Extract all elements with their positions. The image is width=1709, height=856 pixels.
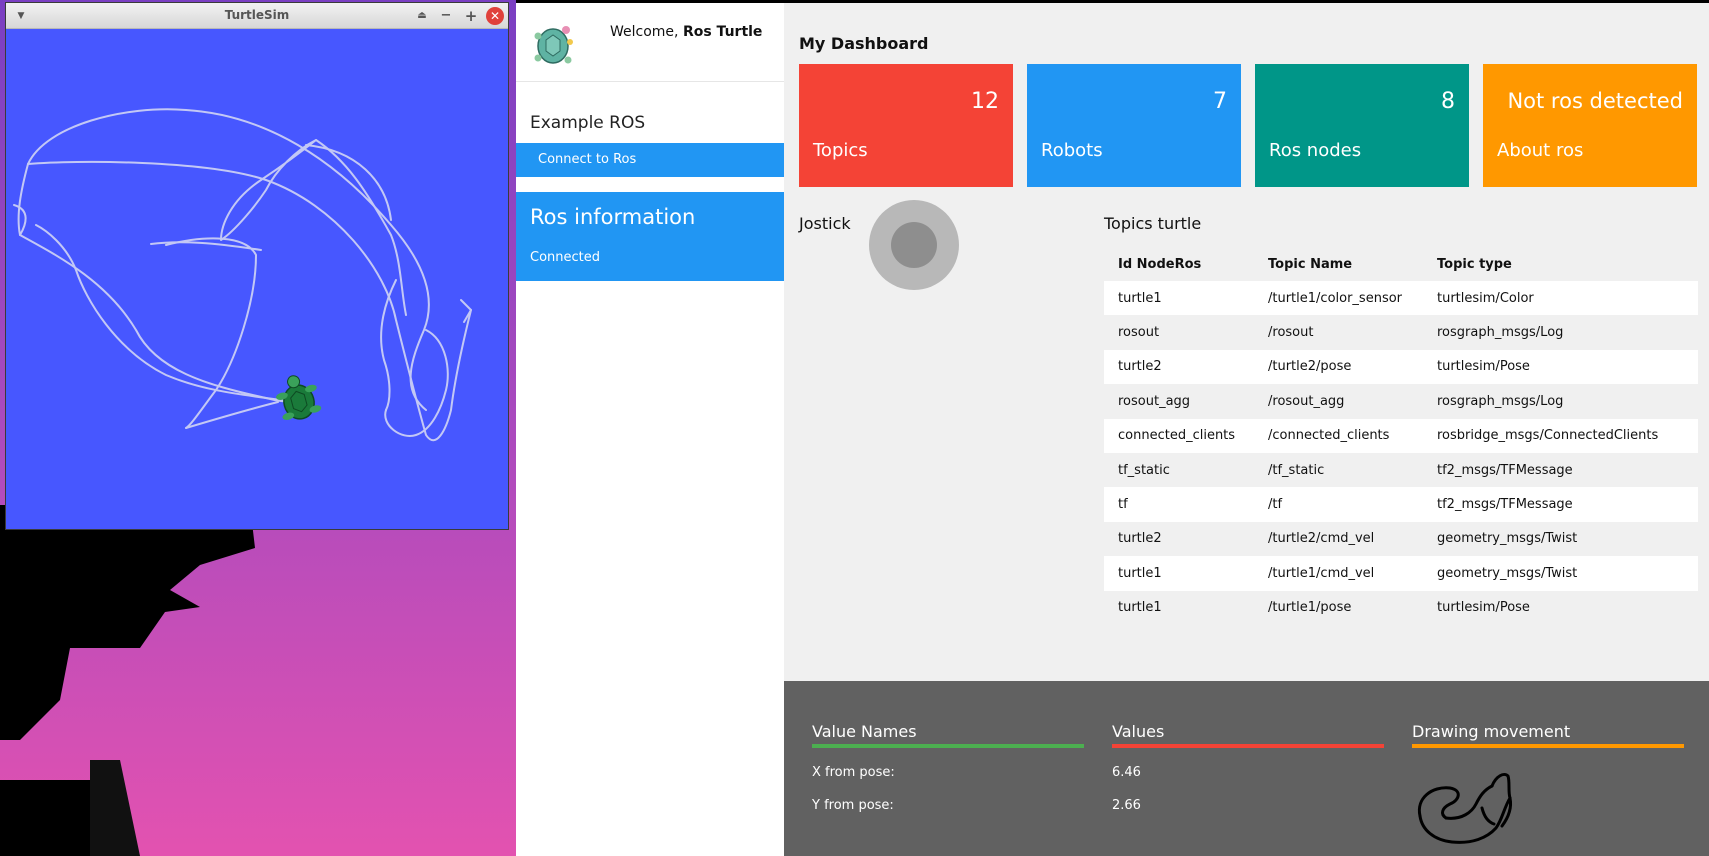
sidebar: Welcome, Ros Turtle Example ROS Connect … xyxy=(516,3,784,856)
table-cell: tf2_msgs/TFMessage xyxy=(1437,462,1573,478)
card-about-ros-value: Not ros detected xyxy=(1507,89,1683,113)
table-cell: tf2_msgs/TFMessage xyxy=(1437,497,1573,513)
maximize-icon[interactable]: + xyxy=(462,7,480,25)
joystick-label: Jostick xyxy=(799,214,851,233)
table-cell: /rosout xyxy=(1268,325,1314,341)
turtlesim-titlebar[interactable]: ▼ TurtleSim ⏏ − + ✕ xyxy=(6,3,508,29)
table-row[interactable]: tf_static/tf_static tf2_msgs/TFMessage xyxy=(1104,453,1698,487)
table-row[interactable]: tf/tf tf2_msgs/TFMessage xyxy=(1104,487,1698,522)
user-name: Ros Turtle xyxy=(682,24,763,40)
card-robots-label: Robots xyxy=(1041,140,1103,161)
card-ros-nodes-value: 8 xyxy=(1441,89,1455,114)
topics-table: Id NodeRos Topic Name Topic type turtle1… xyxy=(1104,247,1698,625)
table-cell: turtlesim/Color xyxy=(1437,290,1534,306)
ros-dashboard-app: Welcome, Ros Turtle Example ROS Connect … xyxy=(516,3,1709,856)
table-row[interactable]: turtle1/turtle1/cmd_vel geometry_msgs/Twi… xyxy=(1104,556,1698,591)
table-cell: rosout xyxy=(1118,325,1160,341)
topics-title: Topics turtle xyxy=(1104,214,1202,233)
x-pose-value: 6.46 xyxy=(1112,765,1141,780)
table-row[interactable]: turtle2/turtle2/pose turtlesim/Pose xyxy=(1104,349,1698,385)
card-robots-value: 7 xyxy=(1213,89,1227,114)
sidebar-header: Welcome, Ros Turtle xyxy=(516,3,784,82)
table-cell: rosgraph_msgs/Log xyxy=(1437,325,1564,341)
table-cell: /tf xyxy=(1268,497,1283,513)
table-row[interactable]: connected_clients/connected_clients rosbr… xyxy=(1104,418,1698,453)
card-topics-value: 12 xyxy=(971,89,999,114)
ros-information-panel: Ros information Connected xyxy=(516,192,784,281)
card-robots[interactable]: 7 Robots xyxy=(1027,64,1241,187)
connect-to-ros-button[interactable]: Connect to Ros xyxy=(516,143,784,177)
card-ros-nodes[interactable]: 8 Ros nodes xyxy=(1255,64,1469,187)
table-cell: /turtle2/cmd_vel xyxy=(1268,531,1375,547)
shade-icon[interactable]: ⏏ xyxy=(413,7,431,25)
table-cell: rosout_agg xyxy=(1118,393,1191,409)
value-names-title: Value Names xyxy=(812,722,917,741)
joystick[interactable] xyxy=(869,200,959,290)
table-cell: /tf_static xyxy=(1268,462,1325,478)
table-cell: tf xyxy=(1118,497,1128,513)
drawing-movement-underline xyxy=(1412,744,1684,748)
page-title: My Dashboard xyxy=(799,34,929,53)
turtlesim-title: TurtleSim xyxy=(224,8,290,22)
table-header-row: Id NodeRos Topic Name Topic type xyxy=(1104,247,1698,281)
welcome-prefix: Welcome, xyxy=(610,24,683,40)
x-pose-label: X from pose: xyxy=(812,765,895,780)
value-names-underline xyxy=(812,744,1084,748)
table-header: Topic Name xyxy=(1268,256,1353,272)
table-cell: turtle2 xyxy=(1118,359,1162,375)
table-cell: /turtle2/pose xyxy=(1268,359,1352,375)
table-cell: rosbridge_msgs/ConnectedClients xyxy=(1437,428,1659,444)
table-cell: geometry_msgs/Twist xyxy=(1437,565,1578,581)
table-cell: turtle1 xyxy=(1118,565,1162,581)
table-cell: connected_clients xyxy=(1118,428,1236,444)
table-row[interactable]: rosout_agg/rosout_agg rosgraph_msgs/Log xyxy=(1104,384,1698,418)
connection-status: Connected xyxy=(530,250,601,265)
card-ros-nodes-label: Ros nodes xyxy=(1269,140,1362,161)
values-underline xyxy=(1112,744,1384,748)
card-topics-label: Topics xyxy=(813,140,868,161)
turtle-icon xyxy=(276,375,322,420)
table-cell: /connected_clients xyxy=(1268,428,1390,444)
ros-information-title: Ros information xyxy=(530,205,696,229)
card-topics[interactable]: 12 Topics xyxy=(799,64,1013,187)
table-cell: /turtle1/color_sensor xyxy=(1268,290,1403,306)
table-cell: tf_static xyxy=(1118,462,1170,478)
table-row[interactable]: rosout/rosout rosgraph_msgs/Log xyxy=(1104,315,1698,349)
joystick-knob[interactable] xyxy=(891,222,937,268)
turtlesim-window[interactable]: ▼ TurtleSim ⏏ − + ✕ xyxy=(6,3,508,529)
turtlesim-canvas xyxy=(13,108,472,442)
drawing-movement-title: Drawing movement xyxy=(1412,722,1571,741)
close-icon[interactable]: ✕ xyxy=(486,7,504,25)
welcome-text: Welcome, Ros Turtle xyxy=(610,24,762,40)
sidebar-section-title: Example ROS xyxy=(530,113,646,133)
table-cell: turtlesim/Pose xyxy=(1437,600,1530,616)
footer-panel: Value Names Values Drawing movement X fr… xyxy=(784,681,1709,856)
table-header: Id NodeRos xyxy=(1118,256,1202,272)
minimize-icon[interactable]: − xyxy=(437,7,455,25)
table-cell: turtle1 xyxy=(1118,290,1162,306)
values-title: Values xyxy=(1112,722,1165,741)
table-row[interactable]: turtle2/turtle2/cmd_vel geometry_msgs/Twi… xyxy=(1104,522,1698,556)
table-cell: geometry_msgs/Twist xyxy=(1437,531,1578,547)
turtle-avatar-icon xyxy=(534,26,573,64)
card-about-ros-label: About ros xyxy=(1497,140,1584,161)
movement-drawing xyxy=(1417,772,1512,844)
turtle-trail xyxy=(13,108,472,442)
table-cell: turtlesim/Pose xyxy=(1437,359,1530,375)
table-cell: /turtle1/pose xyxy=(1268,600,1352,616)
table-row[interactable]: turtle1/turtle1/color_sensor turtlesim/Co… xyxy=(1104,281,1698,316)
table-cell: turtle1 xyxy=(1118,600,1162,616)
y-pose-label: Y from pose: xyxy=(812,798,894,813)
table-header: Topic type xyxy=(1437,256,1512,272)
table-cell: rosgraph_msgs/Log xyxy=(1437,393,1564,409)
card-about-ros[interactable]: Not ros detected About ros xyxy=(1483,64,1697,187)
table-cell: /rosout_agg xyxy=(1268,393,1345,409)
table-cell: turtle2 xyxy=(1118,531,1162,547)
table-row[interactable]: turtle1/turtle1/pose turtlesim/Pose xyxy=(1104,591,1698,625)
table-cell: /turtle1/cmd_vel xyxy=(1268,565,1375,581)
y-pose-value: 2.66 xyxy=(1112,798,1141,813)
